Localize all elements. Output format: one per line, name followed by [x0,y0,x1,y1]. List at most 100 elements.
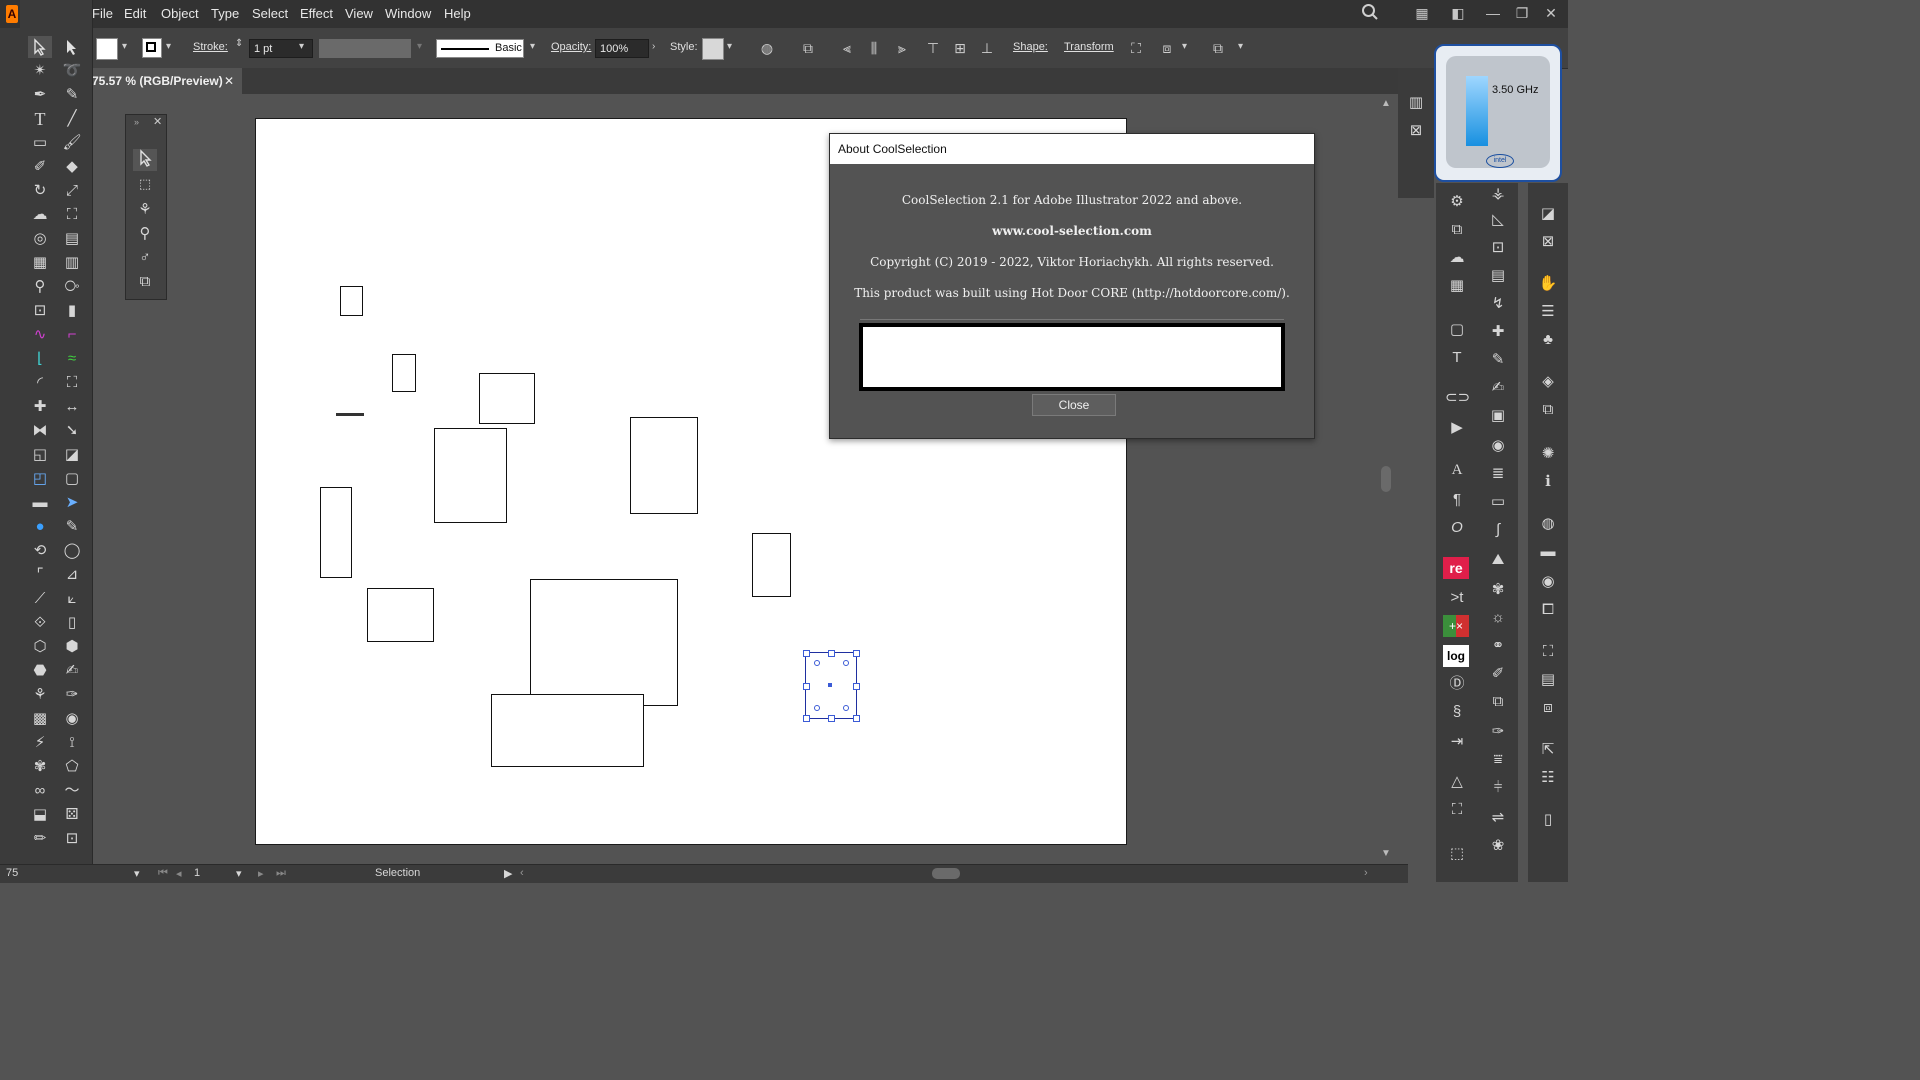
scroll-up-icon[interactable]: ▲ [1381,98,1391,109]
chevron-down-icon[interactable]: ▾ [417,41,422,52]
stroke-swatch[interactable] [142,38,162,58]
plugin-panel-icon[interactable]: ✾ [1486,579,1510,601]
rectangle-shape[interactable] [752,533,791,597]
chevron-down-icon[interactable]: ▾ [299,41,304,52]
align-bottom-icon[interactable]: ⊥ [977,38,997,58]
chevron-down-icon[interactable]: ▾ [122,41,127,52]
type-tool-icon[interactable]: T [28,108,52,130]
marquee-icon[interactable]: ⬚ [133,173,157,195]
badge-re-icon[interactable]: re [1443,557,1469,579]
chevron-down-icon[interactable]: ▾ [727,41,732,52]
plugin-panel-icon[interactable]: ☼ [1486,607,1510,629]
chevron-down-icon[interactable]: ▾ [530,41,535,52]
select-shapes-icon[interactable]: ⧉ [133,271,157,293]
plugin-tool-icon[interactable]: ▩ [28,708,52,730]
plugin-panel-icon[interactable]: >t [1445,587,1469,609]
transform-label[interactable]: Transform [1064,41,1114,53]
plugin-panel-icon[interactable]: ∫ [1486,519,1510,541]
rectangle-shape[interactable] [340,286,363,316]
plugin-tool-icon[interactable]: ⟀ [60,588,84,610]
scroll-right-icon[interactable]: › [1364,867,1368,879]
align-left-icon[interactable]: ⫷ [837,38,857,58]
plugin-panel-icon[interactable]: +× [1443,615,1469,637]
blend-tool-icon[interactable]: ⧂ [60,276,84,298]
plugin-panel-icon[interactable]: ⛶ [1445,799,1469,821]
align-to-icon[interactable]: ⧉ [798,38,818,58]
plugin-panel-icon[interactable]: ▤ [1486,265,1510,287]
plugin-tool-icon[interactable]: ⌊ [28,348,52,370]
plugin-panel-icon[interactable]: ⚶ [1486,183,1510,205]
rectangle-shape[interactable] [491,694,644,767]
stroke-label[interactable]: Stroke: [193,41,228,53]
scroll-down-icon[interactable]: ▼ [1381,848,1391,859]
selected-rectangle[interactable] [803,650,860,722]
plugin-tool-icon[interactable]: ⟋ [28,588,52,610]
ruler-icon[interactable]: ▥ [1404,92,1428,114]
menu-effect[interactable]: Effect [300,6,333,21]
artboard-nav-icon[interactable]: ⊠ [1404,120,1428,142]
character-panel-icon[interactable]: A [1445,459,1469,481]
rectangle-tool-icon[interactable]: ▭ [28,132,52,154]
plugin-tool-icon[interactable]: ▯ [60,612,84,634]
chevron-down-icon[interactable]: ▾ [1238,41,1243,52]
paragraph-panel-icon[interactable]: ¶ [1445,489,1469,511]
plugin-panel-icon[interactable]: ≣ [1486,463,1510,485]
arrange-objects-icon[interactable]: ⧈ [1157,38,1177,58]
warp-tool-icon[interactable]: ☁ [28,204,52,226]
3d-panel-icon[interactable]: Ⓓ [1445,673,1469,695]
plugin-tool-icon[interactable]: ⬠ [60,756,84,778]
plugin-panel-icon[interactable]: ◺ [1486,209,1510,231]
arrange-icon[interactable]: ◧ [1447,3,1469,23]
arrange-icon[interactable]: ⧈ [1536,697,1560,719]
shape-label[interactable]: Shape: [1013,41,1048,53]
workspace-icon[interactable]: ▦ [1411,3,1433,23]
corner-widget[interactable] [843,705,849,711]
plugin-tool-icon[interactable]: ◉ [60,708,84,730]
scroll-left-icon[interactable]: ‹ [520,867,524,879]
plugin-tool-icon[interactable]: ◜ [28,372,52,394]
plugin-tool-icon[interactable]: ⚘ [28,684,52,706]
plugin-panel-icon[interactable]: ⇌ [1486,807,1510,829]
layers-icon[interactable]: ◈ [1536,371,1560,393]
selection-handle[interactable] [853,650,860,657]
plugin-tool-icon[interactable]: ∿ [28,324,52,346]
plugin-panel-icon[interactable]: ↯ [1486,293,1510,315]
minimize-icon[interactable]: — [1482,3,1504,23]
line-tool-icon[interactable]: ╱ [60,108,84,130]
plugin-tool-icon[interactable]: ◰ [28,468,52,490]
stepper-icon[interactable]: ⇕ [235,38,243,49]
gradient-tool-icon[interactable]: ▥ [60,252,84,274]
menu-edit[interactable]: Edit [124,6,146,21]
type-panel-icon[interactable]: T [1445,347,1469,369]
shaper-tool-icon[interactable]: ✐ [28,156,52,178]
perspective-grid-tool-icon[interactable]: ▤ [60,228,84,250]
next-artboard-icon[interactable]: ▸ [258,867,264,880]
sliders-icon[interactable]: ☷ [1536,767,1560,789]
document-info-icon[interactable]: ▯ [1536,809,1560,831]
plugin-tool-icon[interactable]: ➤ [60,492,84,514]
plugin-tool-icon[interactable]: ⌜ [28,564,52,586]
symbol-sprayer-tool-icon[interactable]: ⊡ [28,300,52,322]
plugin-panel-icon[interactable]: ⛰ [1486,549,1510,571]
menu-type[interactable]: Type [211,6,239,21]
plugin-panel-icon[interactable]: ⫩ [1486,777,1510,799]
plugin-tool-icon[interactable]: ≈ [60,348,84,370]
plugin-panel-icon[interactable]: ✍ [1486,377,1510,399]
selection-handle[interactable] [828,650,835,657]
line-shape[interactable] [336,413,364,416]
plugin-tool-icon[interactable]: ∞ [28,780,52,802]
menu-select[interactable]: Select [252,6,288,21]
appearance-icon[interactable]: ✺ [1536,443,1560,465]
chevron-down-icon[interactable]: ▾ [166,41,171,52]
similar-icon[interactable]: ♂ [133,247,157,269]
shape-builder-tool-icon[interactable]: ◎ [28,228,52,250]
plugin-panel-icon[interactable]: ⊡ [1486,237,1510,259]
document-tab[interactable]: 75.57 % (RGB/Preview) ✕ [90,68,242,94]
plugin-tool-icon[interactable]: ⧓ [28,420,52,442]
plugin-panel-icon[interactable]: § [1445,701,1469,723]
close-icon[interactable]: ✕ [153,115,162,128]
first-artboard-icon[interactable]: ⏮ [158,867,168,880]
plugin-tool-icon[interactable]: ✾ [28,756,52,778]
cool-selection-arrow-icon[interactable] [133,149,157,171]
rectangle-shape[interactable] [320,487,352,578]
